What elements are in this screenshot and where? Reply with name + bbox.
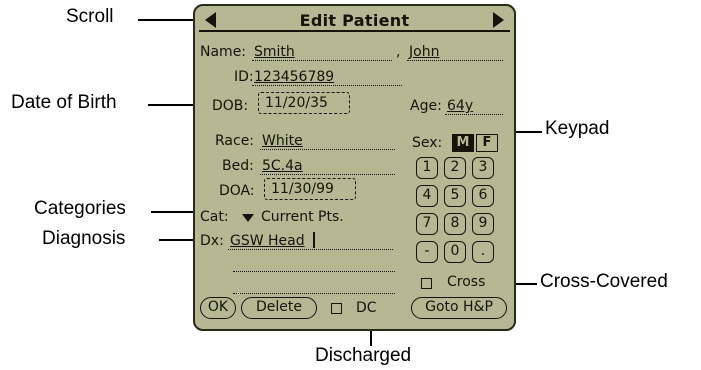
name-label: Name: [200, 44, 247, 60]
age-field[interactable]: 64y [445, 98, 503, 115]
cross-covered-callout: Cross-Covered [540, 271, 668, 292]
discharged-callout: Discharged [315, 345, 412, 366]
keypad-key-5[interactable]: 5 [444, 185, 466, 207]
keypad-callout: Keypad [545, 118, 610, 139]
edit-patient-screen: Edit Patient Name: Smith , John ID: 1234… [193, 4, 516, 331]
title-bar: Edit Patient [199, 10, 510, 32]
doa-label: DOA: [219, 183, 255, 199]
ok-button[interactable]: OK [200, 297, 236, 319]
categories-callout-line [151, 211, 196, 213]
screen-title: Edit Patient [299, 11, 410, 30]
keypad-key-9[interactable]: 9 [472, 213, 494, 235]
last-name-field[interactable]: Smith [252, 44, 392, 61]
bed-label: Bed: [222, 158, 254, 174]
race-field[interactable]: White [260, 133, 395, 150]
first-name-field[interactable]: John [407, 44, 503, 61]
bed-field[interactable]: 5C.4a [260, 158, 395, 175]
text-cursor [313, 232, 315, 248]
dob-field[interactable]: 11/20/35 [258, 92, 350, 114]
keypad-key-4[interactable]: 4 [416, 185, 438, 207]
cat-label: Cat: [200, 209, 229, 225]
age-label: Age: [410, 98, 442, 114]
goto-hp-button[interactable]: Goto H&P [411, 297, 507, 319]
dc-label: DC [356, 300, 377, 316]
sex-male-button[interactable]: M [452, 134, 474, 152]
categories-callout: Categories [34, 198, 126, 219]
date-of-birth-callout: Date of Birth [11, 92, 117, 113]
race-label: Race: [215, 133, 255, 149]
keypad-key-8[interactable]: 8 [444, 213, 466, 235]
scroll-right-icon[interactable] [493, 12, 504, 28]
keypad-key-6[interactable]: 6 [472, 185, 494, 207]
category-select[interactable]: Current Pts. [261, 209, 344, 225]
id-label: ID: [234, 69, 254, 85]
keypad-key-dot[interactable]: . [472, 241, 494, 263]
id-field[interactable]: 123456789 [252, 69, 402, 86]
delete-button[interactable]: Delete [241, 297, 317, 319]
doa-field[interactable]: 11/30/99 [264, 178, 356, 200]
diagnosis-line-3[interactable] [233, 293, 395, 294]
sex-female-button[interactable]: F [476, 134, 498, 152]
diagnosis-field[interactable]: GSW Head [228, 233, 393, 250]
diagnosis-line-2[interactable] [233, 271, 395, 272]
scroll-callout: Scroll [66, 6, 114, 27]
keypad-key-minus[interactable]: - [416, 241, 438, 263]
diagnosis-callout-line [159, 239, 196, 241]
cross-label: Cross [447, 274, 486, 290]
scroll-callout-line [138, 19, 198, 21]
name-separator: , [396, 44, 401, 60]
keypad-key-2[interactable]: 2 [444, 157, 466, 179]
dx-label: Dx: [200, 233, 224, 249]
keypad-key-0[interactable]: 0 [444, 241, 466, 263]
diagnosis-callout: Diagnosis [42, 228, 126, 249]
keypad-key-7[interactable]: 7 [416, 213, 438, 235]
category-dropdown-icon[interactable] [242, 214, 254, 222]
cross-checkbox[interactable] [421, 278, 432, 289]
keypad-key-3[interactable]: 3 [472, 157, 494, 179]
keypad-key-1[interactable]: 1 [416, 157, 438, 179]
dob-label: DOB: [212, 98, 249, 114]
sex-label: Sex: [412, 135, 443, 151]
discharged-checkbox[interactable] [331, 303, 342, 314]
